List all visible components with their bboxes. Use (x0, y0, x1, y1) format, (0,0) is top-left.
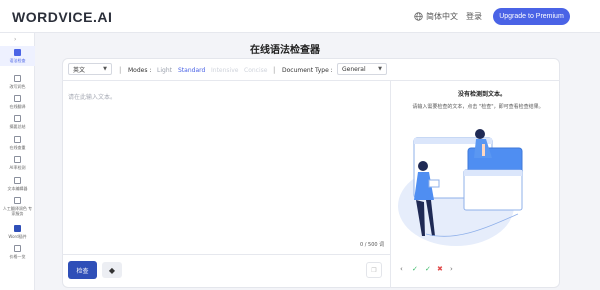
ai-detect-icon (14, 156, 21, 163)
sidebar-item-translate[interactable]: 在线翻译 (0, 95, 35, 109)
sidebar-item-plagiarism[interactable]: 在线查重 (0, 136, 35, 150)
check-all-icon[interactable]: ✓ (425, 265, 431, 273)
language-label: 简体中文 (426, 12, 458, 21)
word-plugin-icon (14, 225, 21, 232)
result-description: 请输入需要检查的文本，点击 "检查"，即可查看检查结果。 (412, 104, 544, 110)
eraser-icon[interactable]: ◆ (102, 262, 122, 278)
mode-light[interactable]: Light (157, 67, 172, 74)
pricing-icon (14, 245, 21, 252)
sidebar-item-label: Word插件 (8, 234, 27, 239)
language-switch[interactable]: 简体中文 (414, 11, 458, 22)
editor-footer-divider (62, 254, 390, 255)
expert-icon (14, 197, 21, 204)
word-counter: 0 / 500 词 (360, 242, 385, 248)
plagiarism-icon (14, 136, 21, 143)
sidebar-item-expert[interactable]: 人工翻译润色 专家服务 (0, 197, 35, 216)
check-button[interactable]: 检查 (68, 261, 97, 279)
collapse-icon[interactable]: › (14, 36, 16, 43)
grammar-icon (14, 49, 21, 56)
summary-icon (14, 115, 21, 122)
next-icon[interactable]: › (450, 265, 453, 273)
upgrade-button[interactable]: Upgrade to Premium (493, 8, 570, 25)
sidebar-item-label: 语法检查 (9, 58, 26, 63)
chevron-down-icon: ▼ (378, 66, 382, 72)
mode-intensive[interactable]: Intensive (211, 67, 238, 74)
sidebar-item-label: 摘要总结 (9, 124, 26, 129)
sidebar-item-summary[interactable]: 摘要总结 (0, 115, 35, 129)
login-link[interactable]: 登录 (466, 11, 482, 22)
language-select-value: 英文 (73, 66, 86, 74)
result-title: 没有检测到文本。 (457, 91, 506, 98)
sidebar: › 语法检查 改写润色 在线翻译 摘要总结 在线查重 AI率检测 文本编辑器 人… (0, 33, 35, 290)
top-bar: WORDVICE.AI 简体中文 登录 Upgrade to Premium (0, 0, 600, 33)
sidebar-item-label: 人工翻译润色 专家服务 (2, 206, 33, 216)
document-type-value: General (342, 65, 366, 73)
chevron-down-icon: ▼ (103, 66, 107, 72)
modes-label: Modes : (128, 67, 152, 74)
sidebar-item-word-plugin[interactable]: Word插件 (0, 225, 35, 239)
sidebar-item-label: 改写润色 (9, 84, 26, 89)
document-type-label: Document Type : (282, 67, 333, 74)
divider: | (119, 66, 122, 74)
illustration-image (398, 129, 523, 246)
sidebar-item-grammar[interactable]: 语法检查 (0, 46, 35, 66)
divider: | (273, 66, 276, 74)
sidebar-item-label: AI率检测 (9, 165, 26, 170)
sidebar-item-label: 文本编辑器 (7, 186, 28, 191)
sidebar-item-label: 在线查重 (9, 145, 26, 150)
text-input[interactable]: 请在此输入文本。 (68, 92, 116, 101)
delete-icon[interactable]: ✖ (437, 265, 443, 273)
prev-icon[interactable]: ‹ (400, 265, 403, 273)
paraphrase-icon (14, 75, 21, 82)
toolbar-divider (62, 80, 560, 81)
sidebar-item-pricing[interactable]: 价格一览 (0, 245, 35, 259)
mode-standard[interactable]: Standard (178, 67, 205, 74)
language-select[interactable]: 英文 ▼ (68, 63, 112, 75)
pane-divider (390, 80, 391, 288)
logo[interactable]: WORDVICE.AI (12, 9, 112, 25)
globe-icon (414, 12, 423, 21)
check-icon[interactable]: ✓ (412, 265, 418, 273)
copy-icon[interactable]: ❐ (366, 262, 382, 278)
sidebar-item-label: 价格一览 (9, 254, 26, 259)
sidebar-item-editor[interactable]: 文本编辑器 (0, 177, 35, 191)
sidebar-item-paraphrase[interactable]: 改写润色 (0, 75, 35, 89)
editor-icon (14, 177, 21, 184)
document-type-select[interactable]: General ▼ (337, 63, 387, 75)
translate-icon (14, 95, 21, 102)
mode-concise[interactable]: Concise (244, 67, 267, 74)
page-title: 在线语法检查器 (250, 45, 320, 56)
sidebar-item-ai-detect[interactable]: AI率检测 (0, 156, 35, 170)
sidebar-item-label: 在线翻译 (9, 104, 26, 109)
